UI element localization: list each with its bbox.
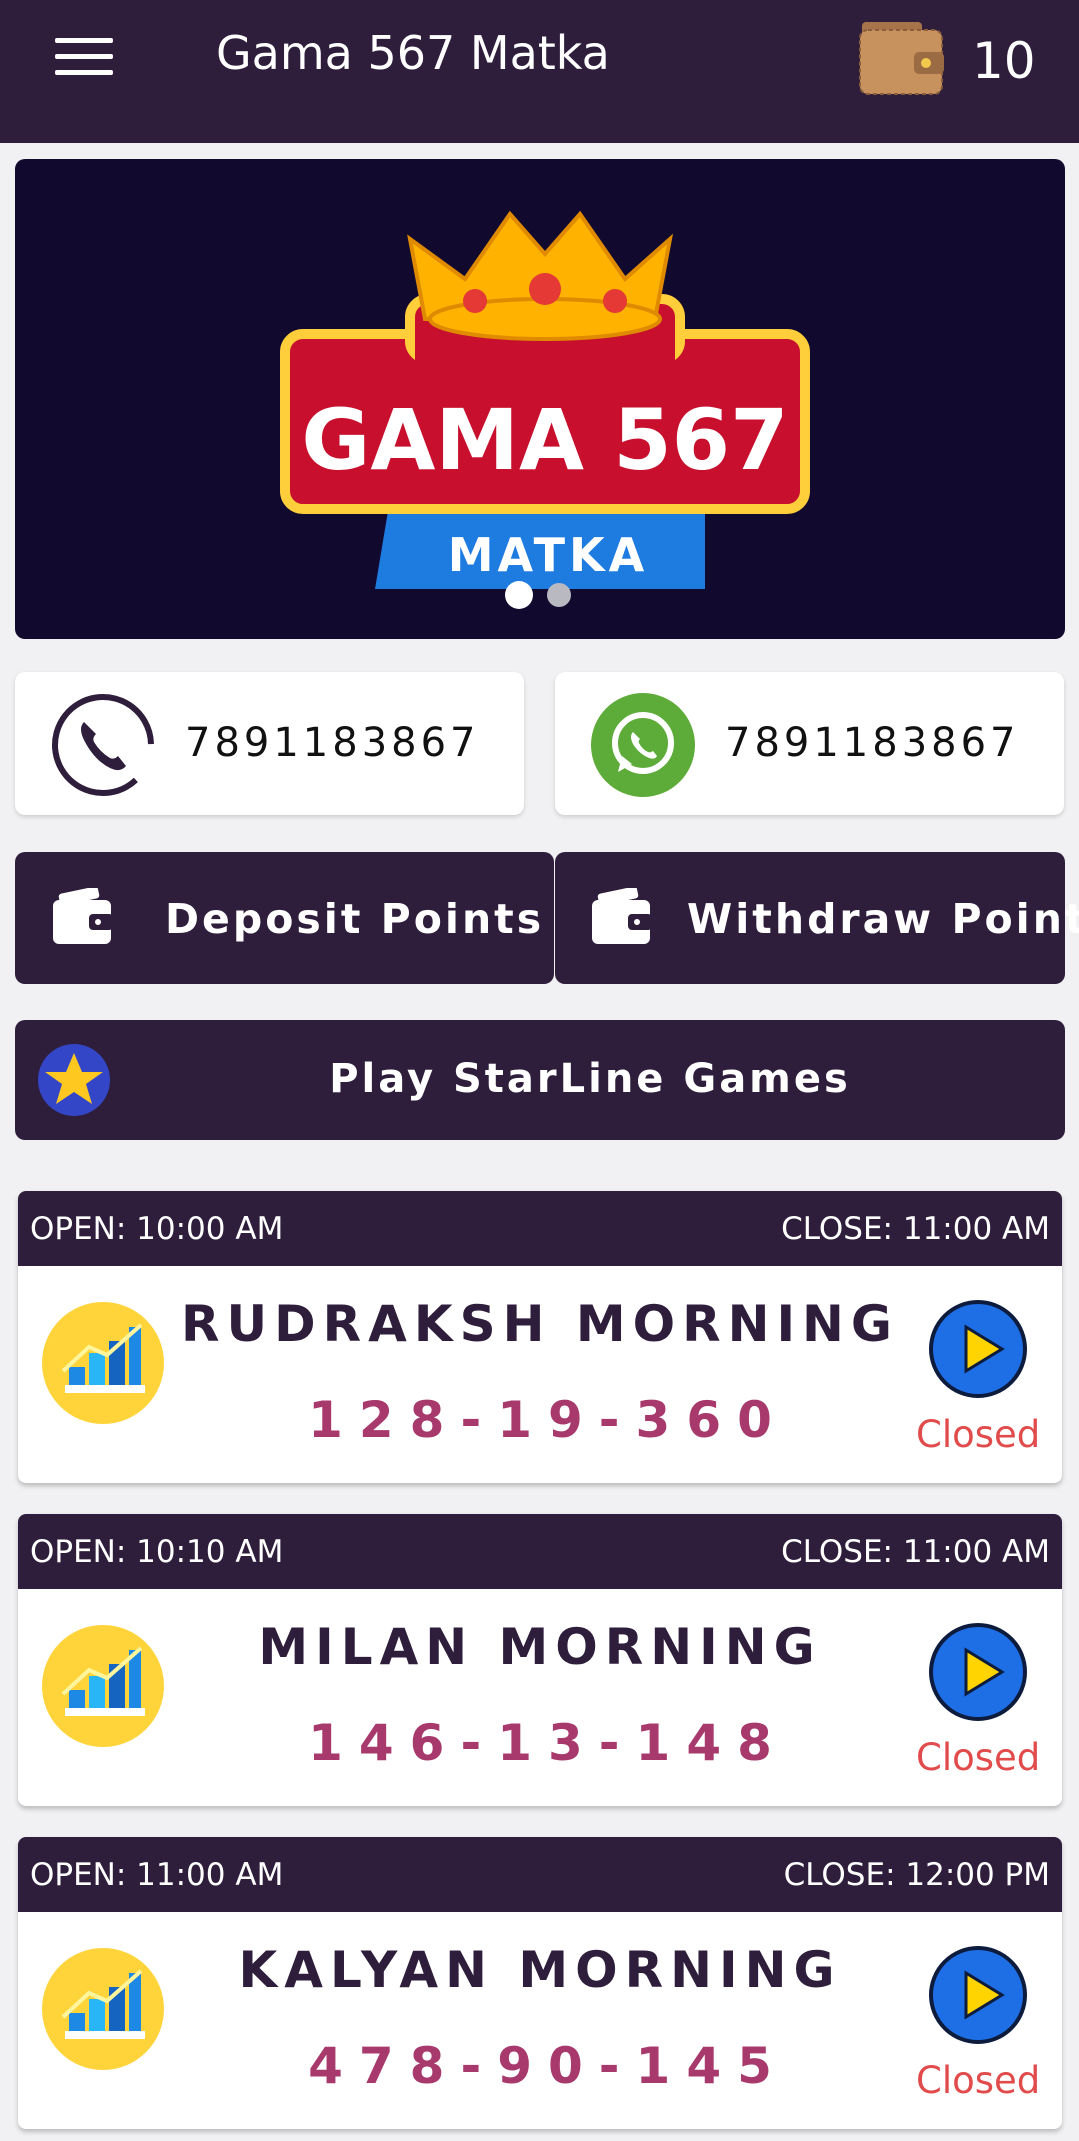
gama-567-logo: GAMA 567 MATKA [280, 210, 810, 589]
wallet-balance: 10 [972, 32, 1036, 90]
whatsapp-contact-card[interactable]: 7891183867 [555, 672, 1064, 815]
wallet-icon[interactable] [858, 20, 944, 96]
logo-subtext: MATKA [448, 528, 648, 582]
market-card-header: OPEN: 11:00 AM CLOSE: 12:00 PM [18, 1837, 1062, 1912]
phone-icon [52, 694, 154, 796]
app-bar: Gama 567 Matka 10 [0, 0, 1079, 143]
open-time: OPEN: 10:10 AM [30, 1534, 284, 1570]
wallet-icon [592, 888, 652, 944]
wallet-icon [53, 888, 113, 944]
phone-number: 7891183867 [185, 720, 480, 766]
open-time: OPEN: 11:00 AM [30, 1857, 284, 1893]
market-card-header: OPEN: 10:10 AM CLOSE: 11:00 AM [18, 1514, 1062, 1589]
app-title: Gama 567 Matka [216, 26, 610, 80]
deposit-points-label: Deposit Points [165, 895, 545, 943]
play-starline-label: Play StarLine Games [329, 1056, 851, 1102]
market-result: 128-19-360 [308, 1391, 788, 1449]
carousel-dot[interactable] [547, 583, 571, 607]
market-card-header: OPEN: 10:00 AM CLOSE: 11:00 AM [18, 1191, 1062, 1266]
market-status: Closed [916, 2059, 1041, 2102]
market-result: 478-90-145 [308, 2037, 788, 2095]
carousel-dot-active[interactable] [505, 581, 533, 609]
play-icon[interactable] [928, 1622, 1028, 1722]
open-time: OPEN: 10:00 AM [30, 1211, 284, 1247]
market-status: Closed [916, 1413, 1041, 1456]
deposit-points-button[interactable]: Deposit Points [15, 852, 554, 984]
market-result: 146-13-148 [308, 1714, 788, 1772]
close-time: CLOSE: 11:00 AM [781, 1211, 1050, 1247]
market-name: MILAN MORNING [258, 1618, 822, 1676]
market-card[interactable]: OPEN: 10:10 AM CLOSE: 11:00 AM MILAN MOR… [18, 1514, 1062, 1806]
hamburger-icon[interactable] [55, 38, 113, 80]
close-time: CLOSE: 11:00 AM [781, 1534, 1050, 1570]
market-name: RUDRAKSH MORNING [181, 1295, 899, 1353]
carousel-dots[interactable] [505, 581, 571, 609]
whatsapp-icon [591, 693, 695, 797]
withdraw-points-button[interactable]: Withdraw Points [555, 852, 1079, 984]
whatsapp-number: 7891183867 [725, 720, 1020, 766]
play-icon[interactable] [928, 1945, 1028, 2045]
market-status: Closed [916, 1736, 1041, 1779]
withdraw-points-label: Withdraw Points [687, 895, 1079, 943]
play-starline-button[interactable]: Play StarLine Games [15, 1020, 1065, 1140]
logo-text: GAMA 567 [301, 391, 788, 489]
close-time: CLOSE: 12:00 PM [783, 1857, 1050, 1893]
market-card[interactable]: OPEN: 10:00 AM CLOSE: 11:00 AM RUDRAKSH … [18, 1191, 1062, 1483]
market-name: KALYAN MORNING [238, 1941, 842, 1999]
market-card[interactable]: OPEN: 11:00 AM CLOSE: 12:00 PM KALYAN MO… [18, 1837, 1062, 2129]
phone-contact-card[interactable]: 7891183867 [15, 672, 524, 815]
play-icon[interactable] [928, 1299, 1028, 1399]
banner-carousel[interactable]: GAMA 567 MATKA [15, 159, 1065, 639]
